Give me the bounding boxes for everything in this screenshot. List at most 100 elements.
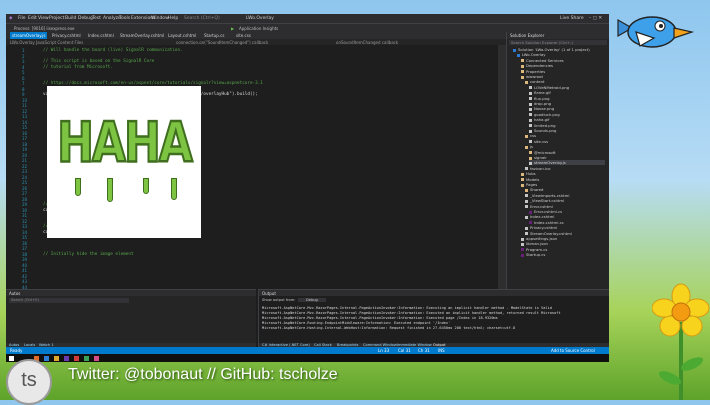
tree-item[interactable]: Index.cshtml.cs (529, 220, 564, 225)
tree-item[interactable]: streamOverlay.js (529, 160, 605, 166)
menu-edit[interactable]: Edit (28, 16, 37, 21)
solution-search-input[interactable]: Search Solution Explorer (Ctrl+;) (509, 40, 607, 45)
search-box[interactable]: Search (Ctrl+Q) (184, 16, 220, 21)
tree-item[interactable]: goodluck.png (529, 112, 560, 117)
tab-layout[interactable]: Layout.cshtml (166, 32, 198, 39)
tree-item[interactable]: Index.cshtml (525, 214, 554, 219)
tree-item[interactable]: StreamOverlay.cshtml (525, 231, 572, 236)
start-icon[interactable] (9, 355, 14, 361)
menu-debug[interactable]: Debug (78, 16, 93, 21)
tree-item[interactable]: Solution 'LWo.Overlay' (1 of 1 project) (513, 47, 590, 52)
menu-project[interactable]: Project (49, 16, 64, 21)
output-panel: Output Show output from: Debug Microsoft… (258, 289, 609, 348)
tree-item[interactable]: limited.png (529, 123, 556, 128)
add-to-source-control[interactable]: Add to Source Control (551, 348, 595, 353)
autos-search-input[interactable]: Search (Ctrl+E) (9, 298, 129, 303)
tree-item[interactable]: Privacy.cshtml (525, 225, 557, 230)
app-icon[interactable] (44, 355, 49, 361)
file-icon (529, 102, 532, 106)
bird-pupil (659, 24, 663, 28)
slime-drip (171, 178, 177, 200)
menu-test[interactable]: Test (92, 16, 101, 21)
app-icon[interactable] (94, 355, 99, 361)
member-dropdown[interactable]: onSoundItemChanged callback (336, 40, 398, 45)
tab-site-css[interactable]: site.css (234, 32, 253, 39)
tree-item[interactable]: Program.cs (521, 247, 547, 252)
menu-file[interactable]: File (18, 16, 26, 21)
code-line[interactable]: // Initially hide the image element (43, 252, 134, 257)
tree-item[interactable]: Models (521, 177, 539, 182)
live-share-button[interactable]: Live Share (560, 16, 584, 21)
tree-item[interactable]: LOVeNMetroid.png (529, 85, 569, 90)
project-icon (517, 53, 520, 57)
run-target[interactable]: Application Insights (239, 26, 278, 31)
tab-streamoverlay-cshtml[interactable]: StreamOverlay.cshtml (118, 32, 166, 39)
tree-item[interactable]: flame.gif (529, 90, 551, 95)
line-number: 27 (22, 191, 28, 196)
tree-item[interactable]: css (525, 133, 536, 138)
tree-item[interactable]: js (525, 144, 533, 149)
tree-item[interactable]: Pages (521, 182, 537, 187)
tree-item[interactable]: wwwroot (521, 74, 543, 79)
app-icon[interactable] (64, 355, 69, 361)
slime-drip (107, 178, 113, 202)
tree-item[interactable]: Dependencies (521, 63, 553, 68)
line-number: 35 (22, 235, 28, 240)
tab-streamoverlay-js[interactable]: streamOverlay.js (10, 32, 48, 39)
code-line[interactable]: // Will handle the board (live) SignalR … (43, 48, 183, 53)
tree-item[interactable]: signalr (529, 155, 547, 160)
tree-item-label: Index.cshtml (530, 214, 555, 220)
menu-tools[interactable]: Tools (119, 16, 130, 21)
tree-item[interactable]: _ViewStart.cshtml (525, 198, 564, 203)
tree-item[interactable]: Startup.cs (521, 252, 545, 257)
process-selector[interactable]: Process: [9016] iisexpress.exe (14, 26, 75, 31)
scope-dropdown[interactable]: connection.on("SoundItemChanged") callba… (176, 40, 268, 45)
tree-item-label: Index.cshtml.cs (534, 219, 564, 225)
solution-name: LWo.Overlay (246, 16, 274, 21)
play-icon[interactable]: ▶ (231, 26, 234, 31)
code-line[interactable]: // This script is based on the SignalR C… (43, 59, 154, 64)
tree-item[interactable]: Error.cshtml.cs (529, 209, 562, 214)
file-icon (529, 86, 532, 90)
tree-item[interactable]: _ViewImports.cshtml (525, 193, 569, 198)
solution-explorer-title: Solution Explorer (510, 33, 545, 38)
tab-privacy[interactable]: Privacy.cshtml (50, 32, 83, 39)
menu-help[interactable]: Help (168, 16, 178, 21)
tree-item[interactable]: Hubs (521, 171, 536, 176)
menu-window[interactable]: Window (151, 16, 169, 21)
project-dropdown[interactable]: LWo.Overlay JavaScript Content Files (10, 40, 83, 45)
app-icon[interactable] (54, 355, 59, 361)
menu-view[interactable]: View (38, 16, 49, 21)
tree-item[interactable]: LWo.Overlay (517, 52, 546, 57)
tree-item[interactable]: Error.cshtml (525, 204, 553, 209)
line-number: 3 (22, 59, 25, 64)
tree-item[interactable]: Noose.png (529, 106, 554, 111)
tree-item[interactable]: libman.json (521, 241, 548, 246)
autos-panel: Autos Search (Ctrl+E) Autos Locals Watch… (6, 289, 256, 348)
tree-item[interactable]: content (525, 79, 545, 84)
tree-item[interactable]: favicon.ico (525, 166, 550, 171)
tree-item[interactable]: Properties (521, 69, 545, 74)
tab-index[interactable]: Index.cshtml (86, 32, 116, 39)
bird-body (627, 16, 677, 48)
window-controls[interactable]: – ▢ ✕ (589, 16, 602, 21)
vs-logo-icon[interactable]: ◆ (9, 16, 12, 21)
tree-item[interactable]: Shared (525, 187, 543, 192)
tree-item[interactable]: appsettings.json (521, 236, 557, 241)
app-icon[interactable] (84, 355, 89, 361)
app-icon[interactable] (74, 355, 79, 361)
tab-startup[interactable]: Startup.cs (202, 32, 226, 39)
output-source-dropdown[interactable]: Debug (298, 298, 326, 302)
menu-build[interactable]: Build (65, 16, 76, 21)
output-title: Output (262, 290, 276, 296)
tree-item[interactable]: @microsoft (529, 150, 556, 155)
tree-item[interactable]: haha.gif (529, 117, 549, 122)
tree-item[interactable]: site.css (529, 139, 548, 144)
tree-item[interactable]: Connected Services (521, 58, 564, 63)
editor-scrollbar[interactable] (498, 45, 506, 289)
tree-item[interactable]: flux.png (529, 96, 549, 101)
code-line[interactable]: // tutorial from Microsoft. (43, 65, 113, 70)
tree-item[interactable]: drop.png (529, 101, 551, 106)
autos-header: Autos (6, 290, 256, 296)
tree-item[interactable]: Sounds.png (529, 128, 556, 133)
